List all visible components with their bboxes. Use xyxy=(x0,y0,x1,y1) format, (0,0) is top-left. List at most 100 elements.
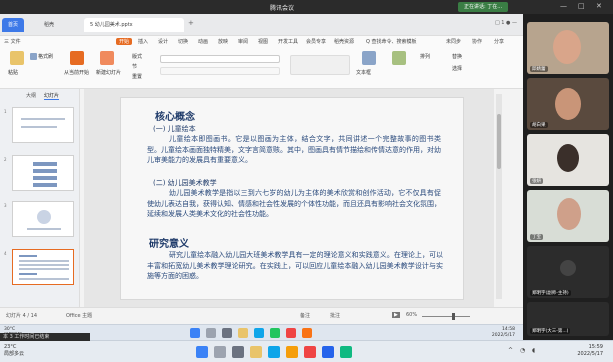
ribbon-toolbar: 格式刷 粘贴 从当前开始 新建幻灯片 版式 节 重置 文本框 排列 替换 选择 xyxy=(0,47,523,89)
minimize-icon[interactable]: — xyxy=(560,2,567,10)
file-explorer-icon[interactable] xyxy=(250,346,262,358)
ribbon-tab-review[interactable]: 审阅 xyxy=(238,38,248,45)
close-icon[interactable]: ✕ xyxy=(596,2,602,10)
participant-tile[interactable]: 郑明宇(副师-主持) xyxy=(527,246,609,298)
new-tab-icon[interactable]: + xyxy=(188,19,194,27)
scrollbar-thumb[interactable] xyxy=(497,114,501,169)
zoom-slider[interactable] xyxy=(422,316,470,317)
paragraph-toolbar[interactable] xyxy=(290,55,350,75)
wechat-icon[interactable] xyxy=(340,346,352,358)
format-painter-button[interactable]: 格式刷 xyxy=(30,53,53,60)
search-icon[interactable] xyxy=(214,346,226,358)
system-clock[interactable]: 15:59 2022/5/17 xyxy=(577,344,603,358)
slide-thumbnail-current[interactable] xyxy=(12,249,74,285)
window-controls[interactable]: □ 1 ● — xyxy=(495,20,517,26)
notes-button[interactable]: 备注 xyxy=(300,312,310,319)
search-icon[interactable] xyxy=(206,328,216,338)
ribbon-tab-insert[interactable]: 插入 xyxy=(138,38,148,45)
volume-icon[interactable]: ◖ xyxy=(532,347,535,354)
ribbon-tab-member[interactable]: 会员专享 xyxy=(306,38,326,45)
maximize-icon[interactable]: □ xyxy=(578,2,585,10)
tab-outline[interactable]: 大纲 xyxy=(26,92,36,99)
wps-icon[interactable] xyxy=(304,346,316,358)
reset-button[interactable]: 重置 xyxy=(132,73,142,80)
wps-icon[interactable] xyxy=(286,328,296,338)
network-icon[interactable]: ◔ xyxy=(520,347,525,354)
slideshow-icon[interactable]: ▶ xyxy=(392,312,400,318)
zoom-slider-handle[interactable] xyxy=(452,313,455,320)
tab-docer[interactable]: 稻壳 xyxy=(38,18,60,32)
shapes-icon[interactable] xyxy=(392,51,406,65)
ribbon-tab-docer-resources[interactable]: 稻壳资源 xyxy=(334,38,354,45)
task-view-icon[interactable] xyxy=(232,346,244,358)
start-icon[interactable] xyxy=(196,346,208,358)
zoom-level[interactable]: 60% xyxy=(406,312,417,318)
thumbnail-line xyxy=(21,118,65,120)
arrange-button[interactable]: 排列 xyxy=(420,53,430,60)
slides-pane: 大纲 幻灯片 1 2 3 4 xyxy=(0,89,80,307)
ribbon-tab-slideshow[interactable]: 放映 xyxy=(218,38,228,45)
tray-chevron-icon[interactable]: ^ xyxy=(508,347,513,354)
layout-button[interactable]: 版式 xyxy=(132,53,142,60)
participant-tile[interactable]: 丁宝 xyxy=(527,190,609,242)
play-icon[interactable] xyxy=(70,51,84,65)
slide-thumbnail[interactable] xyxy=(12,107,74,143)
app-icon[interactable] xyxy=(270,328,280,338)
meeting-app-icon[interactable] xyxy=(322,346,334,358)
paste-icon[interactable] xyxy=(10,51,24,65)
select-button[interactable]: 选择 xyxy=(452,65,462,72)
wps-presentation-window: 首页 稻壳 5 幼儿园美术.pptx + □ 1 ● — 三 文件 开始 插入 … xyxy=(0,14,523,324)
ribbon-tab-file[interactable]: 三 文件 xyxy=(4,38,21,45)
thumbnail-line xyxy=(33,176,57,180)
start-icon[interactable] xyxy=(190,328,200,338)
powerpoint-icon[interactable] xyxy=(302,328,312,338)
text-box-icon[interactable] xyxy=(362,51,376,65)
replace-button[interactable]: 替换 xyxy=(452,53,462,60)
slide-thumbnail[interactable] xyxy=(12,155,74,191)
tab-home[interactable]: 首页 xyxy=(2,18,25,32)
weather-widget[interactable]: 23°C 局部多云 xyxy=(4,344,24,358)
thumbnail-shape xyxy=(37,210,51,224)
ribbon-tab-design[interactable]: 设计 xyxy=(158,38,168,45)
font-family-select[interactable] xyxy=(160,55,280,63)
ribbon-tab-developer[interactable]: 开发工具 xyxy=(278,38,298,45)
slide-number: 2 xyxy=(4,157,7,162)
speaking-status-badge[interactable]: 正在讲话: 丁在... xyxy=(458,2,509,12)
new-slide-button[interactable]: 新建幻灯片 xyxy=(96,69,121,76)
participant-tile[interactable]: 张妍 xyxy=(527,134,609,186)
meeting-title-bar: 腾讯会议 正在讲话: 丁在... — □ ✕ xyxy=(0,0,613,14)
current-slide[interactable]: 核心概念 (一) 儿童绘本 儿童绘本即图画书。它是以图画为主体，结合文字，共同讲… xyxy=(120,97,464,300)
ribbon-tab-animation[interactable]: 动画 xyxy=(198,38,208,45)
slide-subheading-art-teaching: (二) 幼儿园美术教学 xyxy=(153,179,217,187)
ribbon-tab-transition[interactable]: 切换 xyxy=(178,38,188,45)
slide-thumbnail[interactable] xyxy=(12,201,74,237)
share-button[interactable]: 分享 xyxy=(494,38,504,45)
participant-tile[interactable]: 胡白果 xyxy=(527,78,609,130)
section-button[interactable]: 节 xyxy=(132,63,137,70)
command-search-input[interactable]: Q 查找命令、搜索模板 xyxy=(366,38,417,45)
tab-slides[interactable]: 幻灯片 xyxy=(44,92,60,100)
edge-icon[interactable] xyxy=(268,346,280,358)
paste-button[interactable]: 粘贴 xyxy=(8,69,18,76)
participant-tile[interactable]: 郑明宇(大三-第...) xyxy=(527,302,609,336)
task-view-icon[interactable] xyxy=(222,328,232,338)
font-style-toolbar[interactable] xyxy=(160,67,280,75)
collaborate-button[interactable]: 协作 xyxy=(472,38,482,45)
store-icon[interactable] xyxy=(286,346,298,358)
status-bar: 幻灯片 4 / 14 Office 主题 备注 批注 ▶ 60% xyxy=(0,307,523,324)
file-explorer-icon[interactable] xyxy=(238,328,248,338)
comments-button[interactable]: 批注 xyxy=(330,312,340,319)
participant-video xyxy=(555,88,581,120)
play-from-current-button[interactable]: 从当前开始 xyxy=(64,69,89,76)
sync-status[interactable]: 未同步 xyxy=(446,38,461,45)
notification-text[interactable]: 本 3 工作时间已结束 xyxy=(0,333,90,341)
ribbon-tab-view[interactable]: 视图 xyxy=(258,38,268,45)
edge-icon[interactable] xyxy=(254,328,264,338)
text-box-button[interactable]: 文本框 xyxy=(356,69,371,76)
new-slide-icon[interactable] xyxy=(100,51,114,65)
vertical-scrollbar[interactable] xyxy=(496,94,502,299)
participant-tile[interactable]: 邱婧蕾 xyxy=(527,22,609,74)
tab-document[interactable]: 5 幼儿园美术.pptx xyxy=(84,18,184,32)
thumbnail-line xyxy=(21,126,57,128)
ribbon-tab-home[interactable]: 开始 xyxy=(116,38,133,45)
